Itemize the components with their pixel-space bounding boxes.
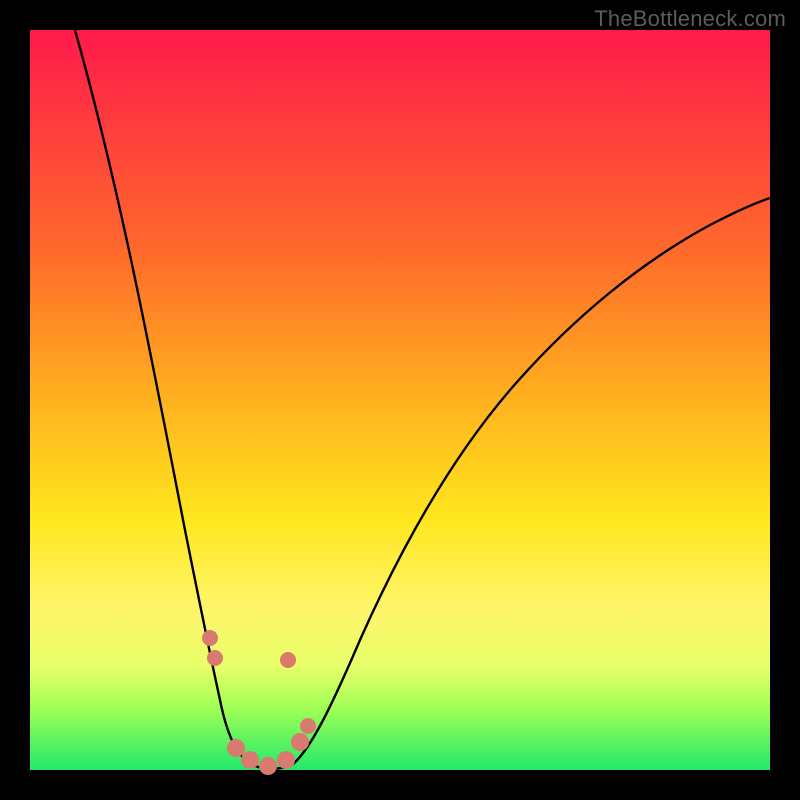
marker-dot — [291, 733, 309, 751]
marker-dot — [227, 739, 245, 757]
marker-dot — [259, 757, 277, 775]
watermark-text: TheBottleneck.com — [594, 6, 786, 32]
curve-right-arm — [292, 198, 770, 765]
marker-dot — [280, 652, 296, 668]
plot-area — [30, 30, 770, 770]
marker-dot — [202, 630, 218, 646]
marker-dot — [277, 751, 295, 769]
bottleneck-curve — [30, 30, 770, 770]
marker-dot — [300, 718, 316, 734]
marker-dot — [207, 650, 223, 666]
curve-left-arm — [75, 30, 252, 765]
outer-frame: TheBottleneck.com — [0, 0, 800, 800]
marker-dot — [241, 751, 259, 769]
